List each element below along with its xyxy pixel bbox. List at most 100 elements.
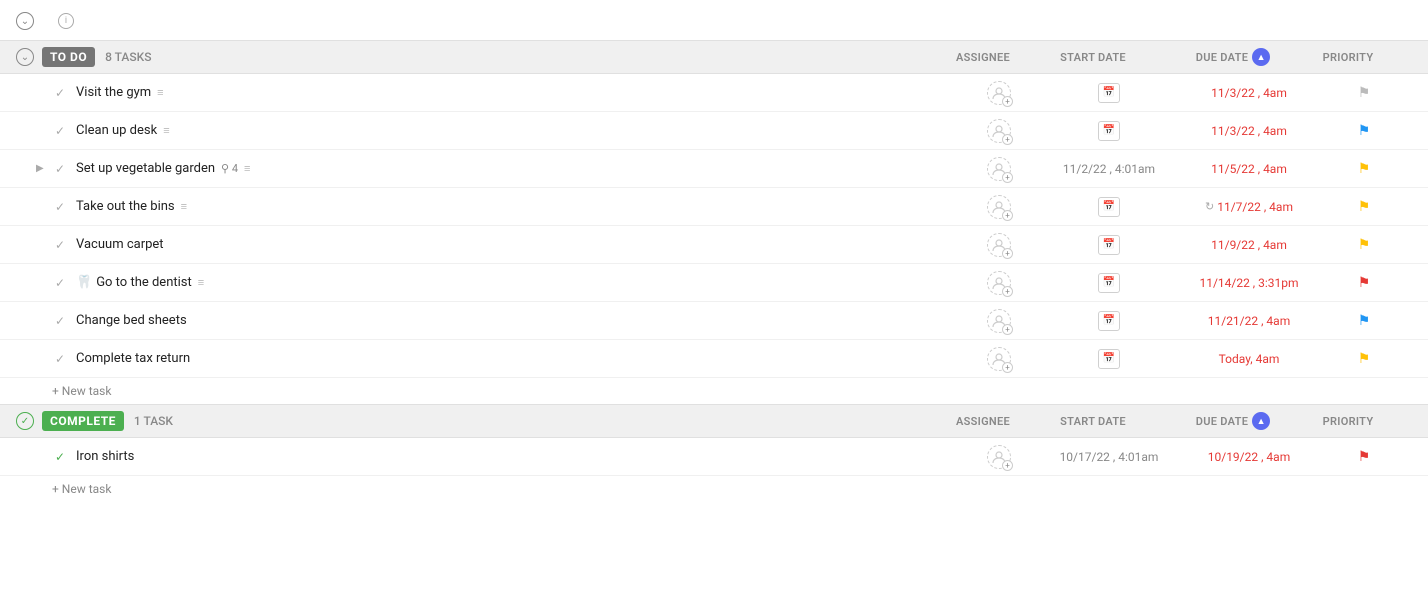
assignee-avatar-9[interactable]: + [987,445,1011,469]
app-header: ⌄ i [0,12,1428,40]
task-check-7[interactable]: ✓ [52,313,68,329]
assignee-avatar-6[interactable]: + [987,271,1011,295]
task-menu-3[interactable]: ≡ [244,162,250,175]
col-header-start-date: START DATE [1028,51,1158,64]
new-task-row-complete[interactable]: + New task [0,476,1428,502]
calendar-icon-1[interactable]: 📅 [1098,83,1120,103]
task-check-6[interactable]: ✓ [52,275,68,291]
assignee-plus-9[interactable]: + [1002,460,1013,471]
task-assignee-1: + [954,81,1044,105]
due-date-sort-badge[interactable]: ▲ [1252,412,1270,430]
task-menu-2[interactable]: ≡ [163,124,169,137]
assignee-plus-8[interactable]: + [1002,362,1013,373]
col-headers-todo: ASSIGNEE START DATE DUE DATE ▲ PRIORITY [938,48,1412,66]
section-toggle-complete[interactable]: ✓ [16,412,34,430]
flag-icon-7[interactable]: ⚑ [1358,313,1371,329]
assignee-plus-6[interactable]: + [1002,286,1013,297]
new-task-row-todo[interactable]: + New task [0,378,1428,404]
calendar-icon-5[interactable]: 📅 [1098,235,1120,255]
task-row: ✓ Complete tax return + [0,340,1428,378]
task-check-5[interactable]: ✓ [52,237,68,253]
calendar-icon-8[interactable]: 📅 [1098,349,1120,369]
task-name-7: Change bed sheets [76,313,954,328]
due-date-text-5: 11/9/22 , 4am [1211,238,1287,252]
flag-icon-5[interactable]: ⚑ [1358,237,1371,253]
flag-icon-2[interactable]: ⚑ [1358,123,1371,139]
task-check-9[interactable]: ✓ [52,449,68,465]
flag-icon-4[interactable]: ⚑ [1358,199,1371,215]
task-due-date-8: Today, 4am [1174,352,1324,366]
task-check-2[interactable]: ✓ [52,123,68,139]
calendar-icon-6[interactable]: 📅 [1098,273,1120,293]
task-check-4[interactable]: ✓ [52,199,68,215]
task-list-todo: ✓ Visit the gym ≡ + [0,74,1428,404]
task-name-6: Go to the dentist ≡ [96,275,954,290]
task-assignee-6: + [954,271,1044,295]
task-assignee-9: + [954,445,1044,469]
task-cols-5: + 📅 11/9/22 , 4am ⚑ [954,233,1412,257]
assignee-avatar-5[interactable]: + [987,233,1011,257]
assignee-plus-5[interactable]: + [1002,248,1013,259]
calendar-icon-4[interactable]: 📅 [1098,197,1120,217]
task-menu-4[interactable]: ≡ [181,200,187,213]
task-assignee-8: + [954,347,1044,371]
task-name-9: Iron shirts [76,449,954,464]
flag-icon-1[interactable]: ⚑ [1358,85,1371,101]
assignee-plus-2[interactable]: + [1002,134,1013,145]
flag-icon-9[interactable]: ⚑ [1358,449,1371,465]
task-name-2: Clean up desk ≡ [76,123,954,138]
task-start-date-2: 📅 [1044,121,1174,141]
task-start-date-8: 📅 [1044,349,1174,369]
task-due-date-9: 10/19/22 , 4am [1174,450,1324,464]
task-priority-2: ⚑ [1324,123,1404,139]
task-menu-6[interactable]: ≡ [198,276,204,289]
section-toggle-todo[interactable]: ⌄ [16,48,34,66]
task-assignee-7: + [954,309,1044,333]
assignee-plus-1[interactable]: + [1002,96,1013,107]
task-priority-4: ⚑ [1324,199,1404,215]
task-assignee-5: + [954,233,1044,257]
assignee-avatar-2[interactable]: + [987,119,1011,143]
task-start-date-6: 📅 [1044,273,1174,293]
header-toggle[interactable]: ⌄ [16,12,34,30]
flag-icon-3[interactable]: ⚑ [1358,161,1371,177]
col-header-priority: PRIORITY [1308,51,1388,64]
task-menu-1[interactable]: ≡ [157,86,163,99]
assignee-plus-3[interactable]: + [1002,172,1013,183]
task-cols-4: + 📅 ↻ 11/7/22 , 4am ⚑ [954,195,1412,219]
due-date-sort-badge[interactable]: ▲ [1252,48,1270,66]
assignee-avatar-4[interactable]: + [987,195,1011,219]
task-name-8: Complete tax return [76,351,954,366]
calendar-icon-2[interactable]: 📅 [1098,121,1120,141]
assignee-plus-4[interactable]: + [1002,210,1013,221]
calendar-icon-7[interactable]: 📅 [1098,311,1120,331]
assignee-plus-7[interactable]: + [1002,324,1013,335]
flag-icon-6[interactable]: ⚑ [1358,275,1371,291]
section-count-complete: 1 TASK [134,414,173,428]
section-label-complete: COMPLETE [42,411,124,431]
task-due-date-1: 11/3/22 , 4am [1174,86,1324,100]
task-check-8[interactable]: ✓ [52,351,68,367]
task-check-3[interactable]: ✓ [52,161,68,177]
task-icon-6: 🦷 [76,275,92,290]
flag-icon-8[interactable]: ⚑ [1358,351,1371,367]
task-due-date-6: 11/14/22 , 3:31pm [1174,276,1324,290]
assignee-avatar-8[interactable]: + [987,347,1011,371]
task-cols-1: + 📅 11/3/22 , 4am ⚑ [954,81,1412,105]
task-row: ✓ Clean up desk ≡ + [0,112,1428,150]
task-row: ✓ Visit the gym ≡ + [0,74,1428,112]
task-priority-1: ⚑ [1324,85,1404,101]
assignee-avatar-1[interactable]: + [987,81,1011,105]
assignee-avatar-7[interactable]: + [987,309,1011,333]
section-header-todo: ⌄ TO DO 8 TASKS ASSIGNEE START DATE DUE … [0,40,1428,74]
assignee-avatar-3[interactable]: + [987,157,1011,181]
task-check-1[interactable]: ✓ [52,85,68,101]
task-assignee-3: + [954,157,1044,181]
due-date-text-4: 11/7/22 , 4am [1217,200,1293,214]
task-expand-3[interactable]: ▶ [36,163,50,174]
info-icon[interactable]: i [58,13,74,29]
due-date-text-8: Today, 4am [1219,352,1280,366]
app-container: ⌄ i ⌄ TO DO 8 TASKS ASSIGNEE START DATE … [0,0,1428,596]
task-cols-7: + 📅 11/21/22 , 4am ⚑ [954,309,1412,333]
task-due-date-5: 11/9/22 , 4am [1174,238,1324,252]
